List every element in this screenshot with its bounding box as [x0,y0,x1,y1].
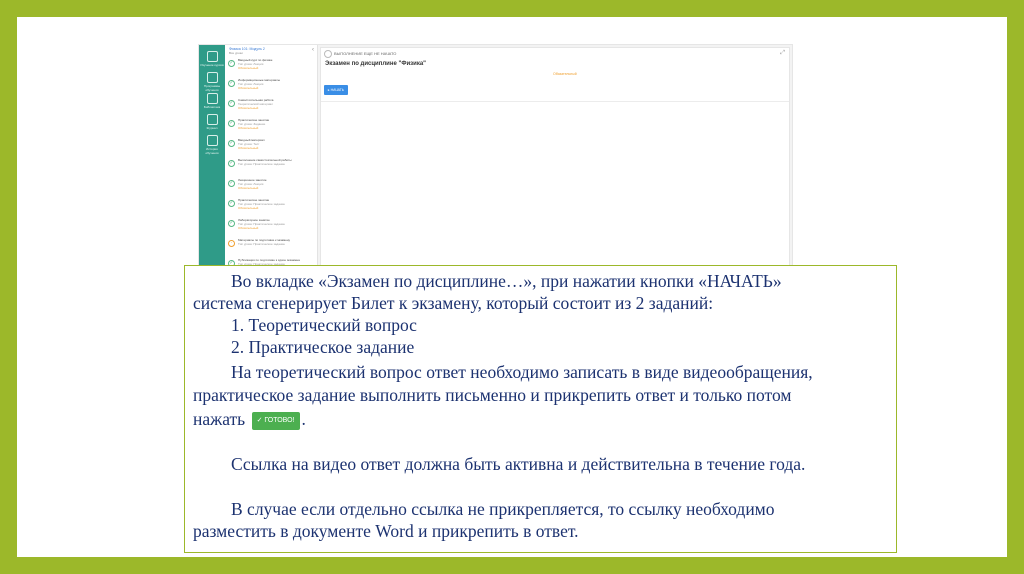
text-line: система сгенерирует Билет к экзамену, ко… [193,293,714,313]
completion-status: ВЫПОЛНЕНИЕ ЕЩЕ НЕ НАЧАТО [324,50,396,58]
course-subtitle: Все уроки [229,51,243,55]
lesson-type: Тип урока: Практическое задание [238,162,285,166]
pending-icon: · [228,240,235,247]
text-line: Ссылка на видео ответ должна быть активн… [231,454,806,474]
lesson-item[interactable]: ✓ Лабораторное занятие Тип урока: Практиче… [228,219,315,231]
required-label: Обязательный [553,72,577,76]
text-line: разместить в документе Word и прикрепить… [193,521,579,541]
lesson-status: Обязательный [238,185,259,190]
ready-button: ✓ ГОТОВО! [251,411,300,430]
lesson-type: Тип урока: Практическое задание [238,242,285,246]
rail-item[interactable]: Журнал [200,114,224,130]
expand-icon[interactable]: ⤢ [780,50,785,57]
rail-item-label: Журнал [206,126,218,130]
lesson-status: Обязательный [238,85,259,90]
lesson-status: Обязательный [238,105,259,110]
check-icon: ✓ [228,220,235,227]
text-line: На теоретический вопрос ответ необходимо… [231,362,813,382]
divider [321,101,789,102]
calendar-icon [206,114,218,125]
lesson-status: Обязательный [238,65,259,70]
rail-item-label: Библиотека [203,105,221,109]
lesson-item[interactable]: ✓ Самостоятельная работа Теоретический мат… [228,99,315,111]
text-line: нажать ✓ ГОТОВО!. [193,409,306,430]
text-line: В случае если отдельно ссылка не прикреп… [231,499,775,519]
check-icon: ✓ [228,200,235,207]
lesson-item[interactable]: ✓ Информационные материалы Тип урока: Лекц… [228,79,315,91]
book-icon [206,51,218,62]
lesson-item[interactable]: ✓ Практическое занятие Тип урока: Задание О… [228,119,315,131]
lesson-status: Обязательный [238,125,259,130]
check-icon: ✓ [228,80,235,87]
check-icon: ✓ [228,160,235,167]
check-icon: ✓ [228,60,235,67]
lesson-item[interactable]: ✓ Выполнение самостоятельной работы Тип ур… [228,159,315,171]
lesson-status: Обязательный [238,225,259,230]
rail-item-label: История обучения [205,147,219,155]
lesson-item[interactable]: ✓ Вводный курс по физике Тип урока: Лекция… [228,59,315,71]
check-icon: ✓ [228,120,235,127]
list-item: 1. Теоретический вопрос [231,315,417,335]
grid-icon [206,72,218,83]
instruction-box: Во вкладке «Экзамен по дисциплине…», при… [184,265,897,553]
check-icon: ✓ [228,140,235,147]
exam-title: Экзамен по дисциплине "Физика" [325,61,427,67]
text-line: Во вкладке «Экзамен по дисциплине…», при… [231,271,782,291]
lesson-item[interactable]: ✓ Вводный материал Тип урока: Тест Обязател… [228,139,315,151]
check-icon: ✓ [228,100,235,107]
status-ring-icon [324,50,332,58]
check-icon: ✓ [228,180,235,187]
start-button[interactable]: ▸ НАЧАТЬ [324,85,348,95]
lesson-item[interactable]: · Материалы по подготовке к экзамену Тип у… [228,239,315,251]
rail-item[interactable]: Изучение курсов [200,51,224,67]
rail-item[interactable]: Библиотека [200,93,224,109]
list-item: 2. Практическое задание [231,337,415,357]
text-line: практическое задание выполнить письменно… [193,385,792,405]
slide: Изучение курсов Программы обучения Библиот… [17,17,1007,557]
lesson-panel-header: Физика 101: Модуль 2 Все уроки [229,47,313,57]
lesson-status: Обязательный [238,205,259,210]
folder-icon [206,93,218,104]
close-icon[interactable]: ‹ [312,47,314,53]
rail-item-label: Программы обучения [203,84,221,92]
lesson-item[interactable]: ✓ Лекционное занятие Тип урока: Лекция Обяз… [228,179,315,191]
history-icon [206,135,218,146]
rail-item[interactable]: История обучения [200,135,224,155]
rail-item-label: Изучение курсов [200,63,224,67]
rail-item[interactable]: Программы обучения [200,72,224,92]
lesson-status: Обязательный [238,145,259,150]
lesson-item[interactable]: ✓ Практическое занятие Тип урока: Практиче… [228,199,315,211]
